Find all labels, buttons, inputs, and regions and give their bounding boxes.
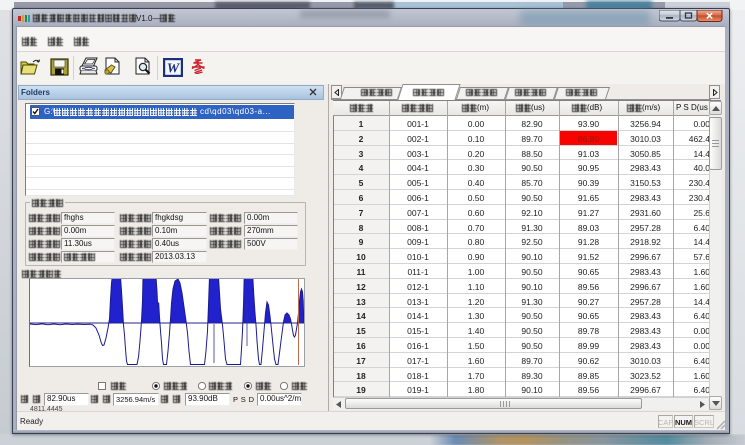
svg-text:W: W bbox=[167, 62, 181, 77]
